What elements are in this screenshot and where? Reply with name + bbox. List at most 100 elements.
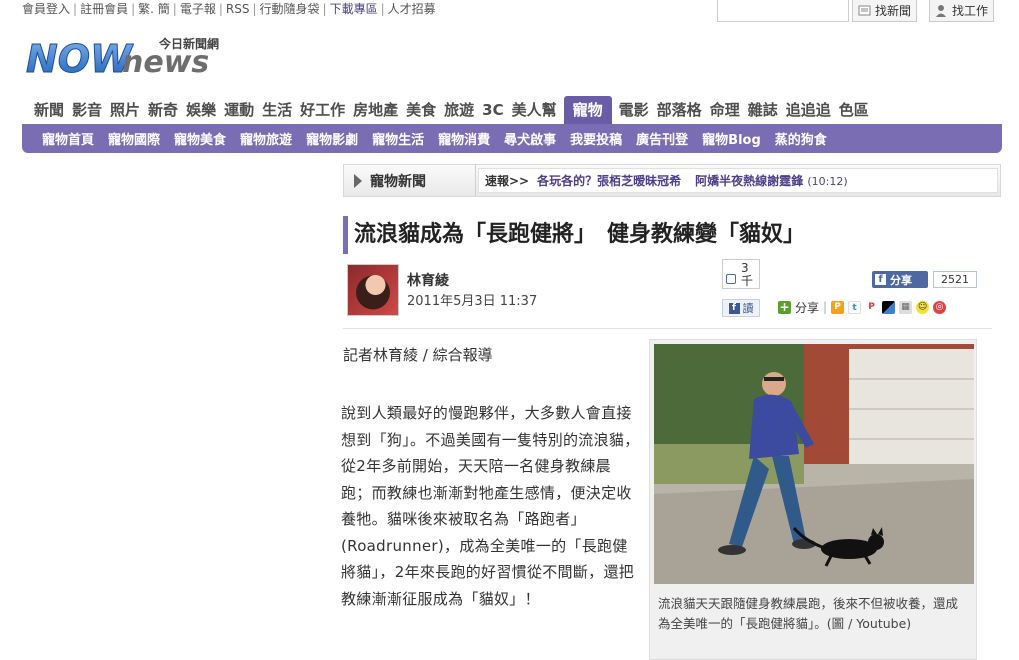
- sub-nav-item[interactable]: 寵物消費: [438, 129, 490, 148]
- main-nav-item[interactable]: 電影: [615, 96, 653, 124]
- main-nav-item[interactable]: 生活: [258, 96, 296, 124]
- sub-nav-item[interactable]: 寵物影劇: [306, 129, 358, 148]
- toplink-separator: |: [73, 2, 78, 16]
- sub-nav-item[interactable]: 寵物國際: [108, 129, 160, 148]
- sub-nav-item[interactable]: 寵物首頁: [42, 129, 94, 148]
- facebook-icon: f: [875, 274, 886, 285]
- arrow-right-icon: [354, 173, 362, 188]
- find-news-button[interactable]: 找新聞: [852, 0, 918, 22]
- toplink-separator: |: [322, 2, 327, 16]
- toplink-item[interactable]: 會員登入: [22, 2, 70, 16]
- toplink-item[interactable]: 繁. 簡: [138, 2, 170, 16]
- toplink-item[interactable]: 電子報: [180, 2, 216, 16]
- ticker-time: (10:12): [807, 175, 848, 188]
- news-ticker: 速報>> 各玩各的？張栢芝暧昧冠希 阿嬌半夜熱線謝霆鋒 (10:12): [478, 168, 998, 193]
- facebook-icon: f: [728, 302, 740, 314]
- smiley-icon[interactable]: ☺: [916, 300, 930, 314]
- share-separator: |: [823, 300, 828, 314]
- section-label-text: 寵物新聞: [370, 173, 426, 190]
- main-nav-item[interactable]: 3C: [478, 96, 507, 124]
- delicious-icon[interactable]: [882, 300, 896, 314]
- find-news-label: 找新聞: [875, 4, 912, 18]
- toplink-item[interactable]: 下載專區: [330, 2, 378, 16]
- twitter-icon[interactable]: t: [848, 300, 862, 314]
- toplink-item[interactable]: 註冊會員: [80, 2, 128, 16]
- sub-nav: 寵物首頁 寵物國際 寵物美食 寵物旅遊 寵物影劇 寵物生活 寵物消費 尋犬啟事 我要投稿 廣告刊登…: [22, 124, 1002, 153]
- main-nav-item[interactable]: 新奇: [144, 96, 182, 124]
- person-icon: [935, 4, 949, 18]
- main-nav: 新聞 影音 照片 新奇 娛樂 運動 生活 好工作 房地產 美食 旅遊 3C 美人幫 寵物 電影 部落格 命理 雜誌…: [30, 96, 873, 124]
- like-count: 3千: [741, 261, 754, 288]
- share-bar: + 分享 | P t P ▦ ☺ ◎: [778, 298, 947, 316]
- facebook-share-button[interactable]: f 分享: [872, 271, 928, 288]
- pinterest-icon[interactable]: P: [865, 300, 879, 314]
- main-nav-item[interactable]: 運動: [220, 96, 258, 124]
- section-header: 寵物新聞 速報>> 各玩各的？張栢芝暧昧冠希 阿嬌半夜熱線謝霆鋒 (10:12): [343, 164, 1001, 197]
- main-nav-item[interactable]: 影音: [68, 96, 106, 124]
- share-count: 2521: [933, 271, 977, 288]
- photo-caption: 流浪貓天天跟隨健身教練晨跑，後來不但被收養，還成為全美唯一的「長跑健將貓」。(圖…: [658, 596, 959, 631]
- plurk-icon[interactable]: P: [831, 300, 845, 314]
- toplink-separator: |: [252, 2, 257, 16]
- logo-subtitle: 今日新聞網: [158, 36, 219, 51]
- weibo-icon[interactable]: ◎: [933, 300, 947, 314]
- toplink-separator: |: [380, 2, 385, 16]
- toplink-separator: |: [172, 2, 177, 16]
- bookmark-icon[interactable]: ▦: [899, 300, 913, 314]
- article-title: 流浪貓成為「長跑健將」 健身教練變「貓奴」: [343, 216, 805, 254]
- toplink-separator: |: [131, 2, 136, 16]
- top-search-input[interactable]: [717, 0, 849, 22]
- find-job-label: 找工作: [952, 4, 989, 18]
- main-nav-item[interactable]: 房地產: [349, 96, 402, 124]
- sub-nav-item[interactable]: 我要投稿: [570, 129, 622, 148]
- toplink-separator: |: [218, 2, 223, 16]
- article-photo[interactable]: [654, 344, 974, 584]
- article-figure: 流浪貓天天跟隨健身教練晨跑，後來不但被收養，還成為全美唯一的「長跑健將貓」。(圖…: [649, 339, 977, 660]
- sub-nav-item[interactable]: 寵物美食: [174, 129, 226, 148]
- top-utility-links: 會員登入 | 註冊會員 | 繁. 簡 | 電子報 | RSS | 行動隨身袋 | 下載專區 | 人才招募: [22, 0, 436, 18]
- sub-nav-item[interactable]: 廣告刊登: [636, 129, 688, 148]
- share-label[interactable]: 分享: [795, 299, 819, 316]
- author-avatar[interactable]: [347, 264, 399, 316]
- author-name[interactable]: 林育綾: [407, 270, 449, 290]
- main-nav-item[interactable]: 部落格: [653, 96, 706, 124]
- main-nav-item[interactable]: 新聞: [30, 96, 68, 124]
- main-nav-item[interactable]: 美人幫: [508, 96, 561, 124]
- thumbs-up-icon: [726, 274, 736, 284]
- toplink-item[interactable]: RSS: [226, 2, 250, 16]
- like-count-box[interactable]: 3千: [722, 259, 760, 289]
- plus-icon[interactable]: +: [778, 300, 791, 314]
- article-body: 說到人類最好的慢跑夥伴，大多數人會直接想到「狗」。不過美國有一隻特別的流浪貓，從…: [341, 404, 640, 608]
- facebook-share-label: 分享: [890, 273, 912, 287]
- ticker-item-2[interactable]: 阿嬌半夜熱線謝霆鋒 (10:12): [695, 172, 848, 189]
- main-nav-item[interactable]: 娛樂: [182, 96, 220, 124]
- article-divider: [343, 328, 992, 329]
- facebook-read-button[interactable]: f 讀: [722, 299, 760, 317]
- sub-nav-item[interactable]: 蒸的狗食: [775, 129, 827, 148]
- main-nav-item[interactable]: 雜誌: [744, 96, 782, 124]
- ticker-item-2-text: 阿嬌半夜熱線謝霆鋒: [695, 174, 804, 188]
- main-nav-item[interactable]: 色區: [835, 96, 873, 124]
- section-label[interactable]: 寵物新聞: [344, 165, 476, 196]
- sub-nav-item[interactable]: 寵物生活: [372, 129, 424, 148]
- sub-nav-item[interactable]: 尋犬啟事: [504, 129, 556, 148]
- main-nav-item[interactable]: 好工作: [296, 96, 349, 124]
- main-nav-item[interactable]: 寵物: [563, 96, 612, 124]
- facebook-read-label: 讀: [742, 302, 754, 315]
- nownews-logo[interactable]: NOW news 今日新聞網: [24, 30, 264, 88]
- ticker-item-1[interactable]: 各玩各的？張栢芝暧昧冠希: [537, 172, 681, 189]
- sub-nav-item[interactable]: 寵物Blog: [702, 129, 761, 148]
- ticker-label: 速報>>: [485, 174, 530, 188]
- search-icon: [858, 4, 872, 18]
- main-nav-item[interactable]: 照片: [106, 96, 144, 124]
- main-nav-item[interactable]: 追追追: [782, 96, 835, 124]
- svg-text:NOW: NOW: [26, 37, 134, 81]
- article-byline: 記者林育綾 / 綜合報導: [343, 346, 493, 364]
- sub-nav-item[interactable]: 寵物旅遊: [240, 129, 292, 148]
- find-job-button[interactable]: 找工作: [929, 0, 995, 22]
- main-nav-item[interactable]: 美食: [402, 96, 440, 124]
- toplink-item[interactable]: 人才招募: [388, 2, 436, 16]
- main-nav-item[interactable]: 旅遊: [440, 96, 478, 124]
- toplink-item[interactable]: 行動隨身袋: [260, 2, 320, 16]
- main-nav-item[interactable]: 命理: [706, 96, 744, 124]
